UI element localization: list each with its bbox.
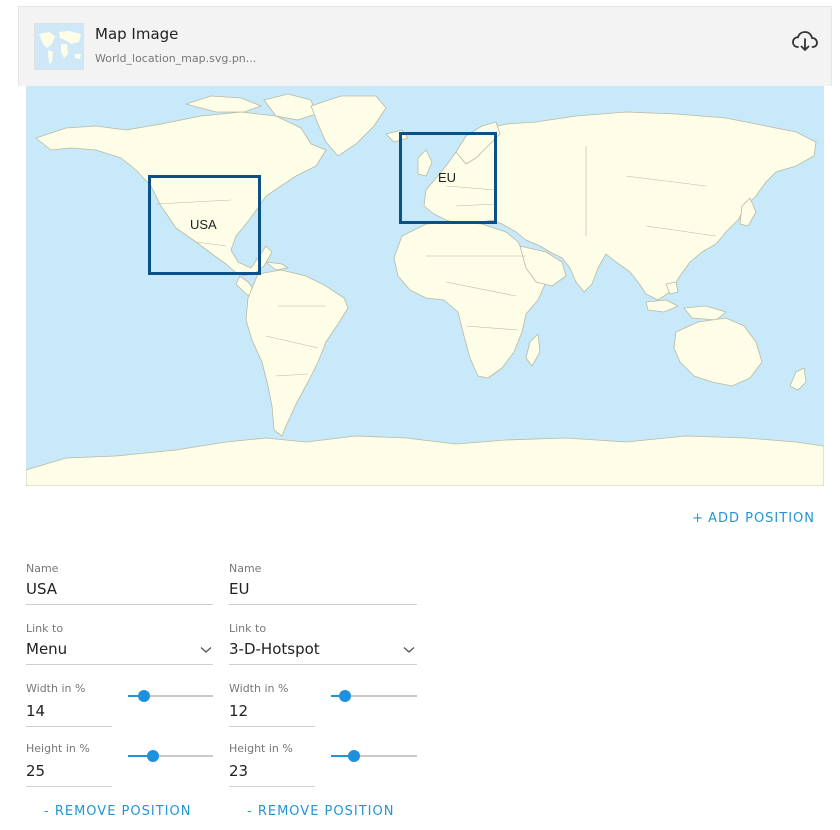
add-position-label: ADD POSITION	[708, 511, 815, 526]
link-select[interactable]: 3-D-Hotspot	[229, 640, 417, 665]
remove-position-label: REMOVE POSITION	[257, 804, 395, 819]
width-input[interactable]: 12	[229, 702, 315, 727]
remove-position-button[interactable]: - REMOVE POSITION	[44, 804, 191, 819]
minus-icon: -	[44, 804, 50, 819]
file-name: World_location_map.svg.pn...	[95, 52, 257, 65]
file-title: Map Image	[95, 25, 179, 43]
width-slider-thumb[interactable]	[339, 690, 351, 702]
minus-icon: -	[247, 804, 253, 819]
height-input[interactable]: 23	[229, 762, 315, 787]
chevron-down-icon[interactable]	[200, 646, 212, 654]
cloud-download-icon[interactable]	[791, 29, 819, 53]
link-select[interactable]: Menu	[26, 640, 213, 665]
remove-position-button[interactable]: - REMOVE POSITION	[247, 804, 394, 819]
height-slider-thumb[interactable]	[348, 750, 360, 762]
add-position-button[interactable]: + ADD POSITION	[692, 511, 815, 526]
map-canvas[interactable]: USA EU	[26, 86, 824, 486]
hotspot-eu-label: EU	[438, 170, 457, 185]
name-label: Name	[26, 562, 59, 575]
width-input[interactable]: 14	[26, 702, 112, 727]
chevron-down-icon[interactable]	[403, 646, 415, 654]
height-label: Height in %	[26, 742, 90, 755]
file-header: Map Image World_location_map.svg.pn...	[18, 6, 832, 86]
name-input[interactable]: EU	[229, 580, 417, 605]
name-label: Name	[229, 562, 262, 575]
height-input[interactable]: 25	[26, 762, 112, 787]
width-label: Width in %	[26, 682, 86, 695]
link-label: Link to	[229, 622, 267, 635]
remove-position-label: REMOVE POSITION	[54, 804, 192, 819]
height-label: Height in %	[229, 742, 293, 755]
height-slider-thumb[interactable]	[147, 750, 159, 762]
map-thumbnail	[34, 23, 84, 70]
width-label: Width in %	[229, 682, 289, 695]
name-input[interactable]: USA	[26, 580, 213, 605]
width-slider-thumb[interactable]	[138, 690, 150, 702]
link-label: Link to	[26, 622, 64, 635]
plus-icon: +	[692, 511, 705, 526]
hotspot-usa-label: USA	[190, 217, 217, 232]
